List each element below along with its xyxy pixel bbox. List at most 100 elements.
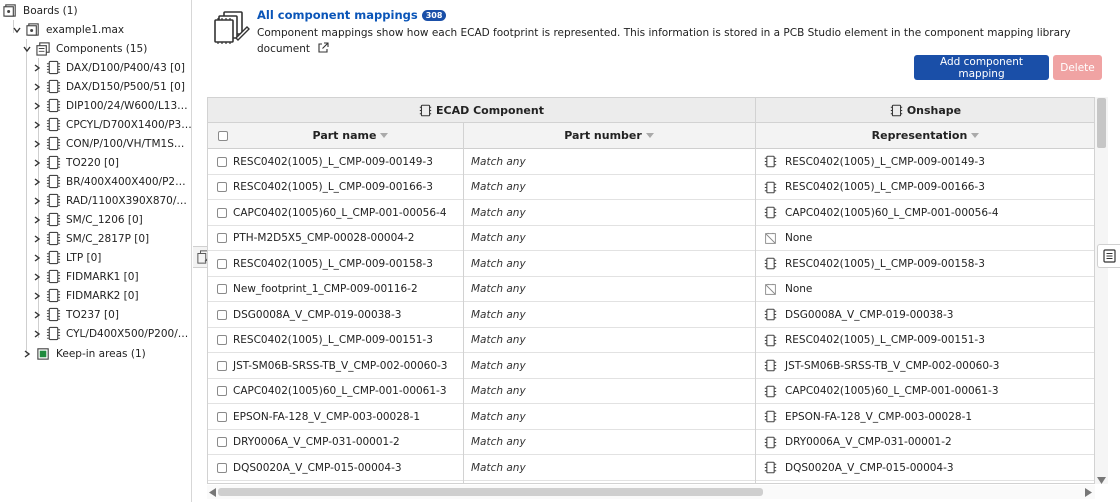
sort-arrow-icon[interactable] <box>971 133 980 138</box>
sort-arrow-icon[interactable] <box>380 133 389 138</box>
chevron-right-icon[interactable] <box>32 291 42 301</box>
side-panel-toggle[interactable] <box>1097 244 1120 268</box>
representation-cell[interactable]: DRY0006A_V_CMP-031-00001-2 <box>764 430 952 455</box>
external-link-icon[interactable] <box>317 42 329 54</box>
chevron-right-icon[interactable] <box>32 329 42 339</box>
table-row[interactable]: PTH-M2D5X5_CMP-00028-00004-2 Match any Non… <box>208 226 1094 251</box>
table-row[interactable]: RESC0402(1005)_L_CMP-009-00151-3 Match an… <box>208 328 1094 353</box>
table-row[interactable]: DSG0008A_V_CMP-019-00038-3 Match any DSG00… <box>208 302 1094 328</box>
representation-cell[interactable]: RESC0402(1005)_L_CMP-009-00151-3 <box>764 328 985 353</box>
chevron-right-icon[interactable] <box>32 63 42 73</box>
row-checkbox[interactable] <box>217 437 227 447</box>
representation-cell[interactable]: JST-SM06B-SRSS-TB_V_CMP-002-00060-3 <box>764 353 999 378</box>
list-panel-icon <box>1102 249 1116 263</box>
tree-item-boards[interactable]: Boards (1) <box>3 1 191 20</box>
row-checkbox[interactable] <box>217 309 227 320</box>
vertical-scroll-thumb[interactable] <box>1097 98 1106 148</box>
representation-cell[interactable]: DQS0020A_V_CMP-015-00004-3 <box>764 455 954 480</box>
chip-component-icon <box>46 79 61 94</box>
table-row[interactable]: RESC0402(1005)_L_CMP-009-00158-3 Match an… <box>208 251 1094 277</box>
chip-component-icon <box>764 359 777 372</box>
row-checkbox[interactable] <box>217 284 227 294</box>
representation-cell[interactable]: CAPC0402(1005)60_L_CMP-001-00056-4 <box>764 200 999 225</box>
tree-item-keepin[interactable]: Keep-in areas (1) <box>22 344 191 363</box>
scroll-down-icon[interactable] <box>1097 477 1106 484</box>
row-checkbox[interactable] <box>217 258 227 269</box>
representation-cell[interactable]: RESC0402(1005)_L_CMP-009-00149-3 <box>764 149 985 174</box>
column-header-part-name[interactable]: Part name <box>238 123 463 149</box>
vertical-scrollbar[interactable] <box>1095 97 1108 484</box>
chevron-right-icon[interactable] <box>32 215 42 225</box>
row-checkbox[interactable] <box>217 411 227 422</box>
chevron-right-icon[interactable] <box>32 310 42 320</box>
representation-cell[interactable]: None <box>764 226 812 251</box>
row-checkbox[interactable] <box>217 386 227 396</box>
row-checkbox[interactable] <box>217 360 227 371</box>
scroll-right-icon[interactable] <box>1085 488 1092 497</box>
add-component-mapping-button[interactable]: Add component mapping <box>914 55 1049 80</box>
chevron-right-icon[interactable] <box>22 349 32 359</box>
tree-item-component[interactable]: SM/C_2817P [0] <box>32 229 191 248</box>
representation-cell[interactable]: EPSON-FA-128_V_CMP-003-00028-1 <box>764 404 972 429</box>
tree-item-component[interactable]: FIDMARK1 [0] <box>32 267 191 286</box>
row-checkbox[interactable] <box>217 233 227 243</box>
table-row[interactable]: CAPC0402(1005)60_L_CMP-001-00056-4 Match … <box>208 200 1094 226</box>
tree-item-component[interactable]: CYL/D400X500/P200/31 ... <box>32 324 191 343</box>
column-header-representation[interactable]: Representation <box>755 123 1094 149</box>
chevron-down-icon[interactable] <box>22 44 32 54</box>
chevron-right-icon[interactable] <box>32 177 42 187</box>
sort-arrow-icon[interactable] <box>645 133 654 138</box>
tree-item-component[interactable]: LTP [0] <box>32 248 191 267</box>
column-header-part-number[interactable]: Part number <box>463 123 755 149</box>
tree-item-component[interactable]: CPCYL/D700X1400/P30... <box>32 115 191 134</box>
horizontal-scroll-thumb[interactable] <box>218 488 763 496</box>
delete-button[interactable]: Delete <box>1053 55 1102 80</box>
table-row[interactable]: JST-SM06B-SRSS-TB_V_CMP-002-00060-3 Match… <box>208 353 1094 379</box>
tree-item-component[interactable]: DAX/D100/P400/43 [0] <box>32 58 191 77</box>
representation-cell[interactable]: DSG0008A_V_CMP-019-00038-3 <box>764 302 953 327</box>
row-checkbox[interactable] <box>217 182 227 192</box>
tree-item-example[interactable]: example1.max <box>12 20 191 39</box>
table-row[interactable]: DRY0006A_V_CMP-031-00001-2 Match any DRY00… <box>208 430 1094 455</box>
chevron-right-icon[interactable] <box>32 158 42 168</box>
tree-item-components[interactable]: Components (15) <box>22 39 191 58</box>
tree-item-component[interactable]: CON/P/100/VH/TM1SQ/... <box>32 134 191 153</box>
table-row[interactable]: RESC0402(1005)_L_CMP-009-00149-3 Match an… <box>208 149 1094 175</box>
tree-item-component[interactable]: BR/400X400X400/P200... <box>32 172 191 191</box>
chevron-right-icon[interactable] <box>32 196 42 206</box>
part-number-cell: Match any <box>471 359 526 372</box>
tree-item-component[interactable]: DIP100/24/W600/L1300 ... <box>32 96 191 115</box>
chevron-right-icon[interactable] <box>32 139 42 149</box>
chevron-down-icon[interactable] <box>12 25 22 35</box>
representation-cell[interactable]: RESC0402(1005)_L_CMP-009-00158-3 <box>764 251 985 276</box>
scroll-left-icon[interactable] <box>209 488 216 497</box>
row-checkbox[interactable] <box>217 335 227 345</box>
representation-cell[interactable]: CAPC0402(1005)60_L_CMP-001-00061-3 <box>764 379 999 404</box>
tree-item-component[interactable]: TO237 [0] <box>32 305 191 324</box>
chevron-right-icon[interactable] <box>32 120 42 130</box>
tree-item-component[interactable]: FIDMARK2 [0] <box>32 286 191 305</box>
representation-cell[interactable]: None <box>764 277 812 302</box>
tree-item-component[interactable]: DAX/D150/P500/51 [0] <box>32 77 191 96</box>
row-checkbox[interactable] <box>217 462 227 473</box>
chevron-right-icon[interactable] <box>32 253 42 263</box>
table-row[interactable]: New_footprint_1_CMP-009-00116-2 Match any… <box>208 277 1094 302</box>
chevron-right-icon[interactable] <box>32 272 42 282</box>
row-checkbox[interactable] <box>217 156 227 167</box>
table-row[interactable]: RESC0402(1005)_L_CMP-009-00166-3 Match an… <box>208 175 1094 200</box>
part-name-cell: DQS0020A_V_CMP-015-00004-3 <box>233 461 402 474</box>
select-all-checkbox[interactable] <box>218 130 228 141</box>
table-row[interactable]: DQS0020A_V_CMP-015-00004-3 Match any DQS00… <box>208 455 1094 481</box>
chevron-right-icon[interactable] <box>32 101 42 111</box>
table-row[interactable]: EPSON-FA-128_V_CMP-003-00028-1 Match any E… <box>208 404 1094 430</box>
chevron-right-icon[interactable] <box>32 82 42 92</box>
representation-cell[interactable]: RESC0402(1005)_L_CMP-009-00166-3 <box>764 175 985 200</box>
table-row[interactable]: CAPC0402(1005)60_L_CMP-001-00061-3 Match … <box>208 379 1094 404</box>
row-checkbox[interactable] <box>217 207 227 218</box>
tree-item-component[interactable]: TO220 [0] <box>32 153 191 172</box>
tree-item-component[interactable]: SM/C_1206 [0] <box>32 210 191 229</box>
tree-item-component[interactable]: RAD/1100X390X870/P89... <box>32 191 191 210</box>
board-icon <box>26 23 39 36</box>
chevron-right-icon[interactable] <box>32 234 42 244</box>
part-name-cell: JST-SM06B-SRSS-TB_V_CMP-002-00060-3 <box>233 359 448 372</box>
